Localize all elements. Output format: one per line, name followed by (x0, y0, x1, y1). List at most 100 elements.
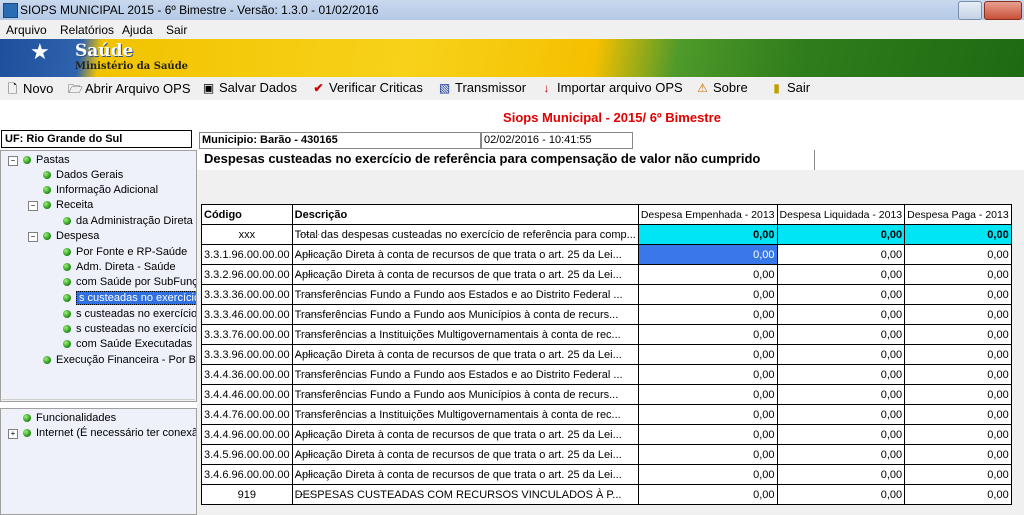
tree-item-despesa-custeadas-2[interactable]: s custeadas no exercício (63, 307, 196, 321)
tree-item-despesa-executadas[interactable]: com Saúde Executadas (63, 337, 192, 351)
table-row[interactable]: 919 DESPESAS CUSTEADAS COM RECURSOS VINCU… (201, 484, 1012, 505)
tree-item-dados-gerais[interactable]: Dados Gerais (43, 168, 123, 182)
tree-item-despesa-adm[interactable]: Adm. Direta - Saúde (63, 260, 176, 274)
menu-sair[interactable]: Sair (166, 23, 187, 37)
tree-item-receita-adm-direta[interactable]: da Administração Direta (63, 214, 193, 228)
empenhada-cell[interactable]: 0,00 (637, 484, 778, 505)
menu-ajuda[interactable]: Ajuda (122, 23, 153, 37)
menu-arquivo[interactable]: Arquivo (6, 23, 47, 37)
paga-cell[interactable]: 0,00 (904, 284, 1012, 305)
open-ops-button[interactable]: 🗁 Abrir Arquivo OPS (68, 80, 191, 97)
liquidada-cell[interactable]: 0,00 (776, 444, 906, 465)
paga-cell[interactable]: 0,00 (904, 404, 1012, 425)
empenhada-cell[interactable]: 0,00 (637, 344, 778, 365)
paga-cell[interactable]: 0,00 (904, 444, 1012, 465)
table-row[interactable]: 3.3.3.76.00.00.00 Transferências a Instit… (201, 324, 1012, 345)
save-button[interactable]: ▣ Salvar Dados (202, 80, 297, 97)
liquidada-cell[interactable]: 0,00 (776, 404, 906, 425)
new-button[interactable]: 🗋 Novo (6, 80, 54, 97)
paga-cell[interactable]: 0,00 (904, 304, 1012, 325)
liquidada-cell[interactable]: 0,00 (776, 304, 906, 325)
liquidada-cell[interactable]: 0,00 (776, 264, 906, 285)
liquidada-cell[interactable]: 0,00 (776, 284, 906, 305)
tree-item-funcionalidades[interactable]: Funcionalidades (23, 411, 116, 425)
paga-cell[interactable]: 0,00 (904, 244, 1012, 265)
about-button[interactable]: ⚠ Sobre (696, 80, 748, 97)
tree-item-despesa[interactable]: Despesa (43, 229, 99, 243)
transmitter-button[interactable]: ▧ Transmissor (438, 80, 526, 97)
liquidada-cell[interactable]: 0,00 (776, 224, 906, 245)
paga-cell[interactable]: 0,00 (904, 364, 1012, 385)
tree-item-execucao-financeira[interactable]: Execução Financeira - Por Bl (43, 353, 196, 367)
tree-line (296, 494, 319, 495)
tree-item-despesa-custeadas-3[interactable]: s custeadas no exercício (63, 322, 196, 336)
tree-item-pastas[interactable]: Pastas (23, 153, 70, 167)
expand-internet-icon[interactable]: + (8, 429, 18, 439)
tree-item-despesa-subfuncao[interactable]: com Saúde por SubFunç (63, 275, 196, 289)
empenhada-cell[interactable]: 0,00 (637, 404, 778, 425)
table-row[interactable]: 3.4.4.46.00.00.00 Transferências Fundo a … (201, 384, 1012, 405)
column-header-empenhada: Despesa Empenhada - 2013 (637, 204, 778, 225)
table-row[interactable]: 3.3.1.96.00.00.00 Aplicação Direta à cont… (201, 244, 1012, 265)
tree-item-despesa-fonte[interactable]: Por Fonte e RP-Saúde (63, 245, 187, 259)
tree-item-despesa-custeadas-1-selected[interactable]: s custeadas no exercício (63, 291, 196, 305)
verify-button[interactable]: ✔ Verificar Criticas (312, 80, 422, 97)
despesas-grid[interactable]: Código Descrição Despesa Empenhada - 201… (201, 204, 1012, 505)
paga-cell[interactable]: 0,00 (904, 264, 1012, 285)
paga-cell[interactable]: 0,00 (904, 344, 1012, 365)
collapse-pastas-icon[interactable]: − (8, 156, 18, 166)
liquidada-cell[interactable]: 0,00 (776, 344, 906, 365)
liquidada-cell[interactable]: 0,00 (776, 384, 906, 405)
liquidada-cell[interactable]: 0,00 (776, 484, 906, 505)
empenhada-cell[interactable]: 0,00 (637, 364, 778, 385)
tree-label: Pastas (36, 154, 70, 166)
collapse-receita-icon[interactable]: − (28, 201, 38, 211)
total-row[interactable]: xxx Total das despesas custeadas no exerc… (201, 224, 1012, 245)
table-row[interactable]: 3.3.3.36.00.00.00 Transferências Fundo a … (201, 284, 1012, 305)
tree-item-internet[interactable]: Internet (É necessário ter conexã (23, 426, 196, 440)
empenhada-cell[interactable]: 0,00 (637, 464, 778, 485)
exit-button[interactable]: ▮ Sair (770, 80, 810, 97)
paga-cell[interactable]: 0,00 (904, 464, 1012, 485)
import-ops-button[interactable]: ↓ Importar arquivo OPS (540, 80, 683, 97)
paga-cell[interactable]: 0,00 (904, 484, 1012, 505)
table-row[interactable]: 3.4.4.76.00.00.00 Transferências a Instit… (201, 404, 1012, 425)
tree-item-receita[interactable]: Receita (43, 198, 93, 212)
menu-relatorios[interactable]: Relatórios (60, 23, 114, 37)
empenhada-cell[interactable]: 0,00 (637, 284, 778, 305)
empenhada-cell[interactable]: 0,00 (637, 384, 778, 405)
liquidada-cell[interactable]: 0,00 (776, 464, 906, 485)
close-button[interactable] (984, 1, 1022, 20)
liquidada-cell[interactable]: 0,00 (776, 424, 906, 445)
paga-cell[interactable]: 0,00 (904, 224, 1012, 245)
table-row[interactable]: 3.3.3.46.00.00.00 Transferências Fundo a … (201, 304, 1012, 325)
table-row[interactable]: 3.4.5.96.00.00.00 Aplicação Direta à cont… (201, 444, 1012, 465)
empenhada-cell[interactable]: 0,00 (637, 264, 778, 285)
paga-cell[interactable]: 0,00 (904, 424, 1012, 445)
table-row[interactable]: 3.4.6.96.00.00.00 Aplicação Direta à cont… (201, 464, 1012, 485)
code-cell: 3.4.6.96.00.00.00 (201, 464, 293, 485)
secondary-tree[interactable]: Funcionalidades + Internet (É necessário… (0, 408, 197, 515)
tree-label: com Saúde Executadas (76, 338, 193, 350)
paga-cell[interactable]: 0,00 (904, 384, 1012, 405)
liquidada-cell[interactable]: 0,00 (776, 324, 906, 345)
liquidada-cell[interactable]: 0,00 (776, 364, 906, 385)
table-row[interactable]: 3.3.2.96.00.00.00 Aplicação Direta à cont… (201, 264, 1012, 285)
empenhada-cell[interactable]: 0,00 (637, 444, 778, 465)
liquidada-cell[interactable]: 0,00 (776, 244, 906, 265)
empenhada-cell[interactable]: 0,00 (637, 244, 778, 265)
empenhada-cell[interactable]: 0,00 (637, 424, 778, 445)
tree-horizontal-scrollbar[interactable]: ◀ ||| ▶ (2, 399, 195, 401)
minimize-button[interactable] (958, 1, 982, 20)
tree-item-informacao-adicional[interactable]: Informação Adicional (43, 183, 158, 197)
navigation-tree[interactable]: − Pastas Dados Gerais Informação Adicion… (0, 150, 197, 402)
empenhada-cell[interactable]: 0,00 (637, 324, 778, 345)
table-row[interactable]: 3.4.4.96.00.00.00 Aplicação Direta à cont… (201, 424, 1012, 445)
empenhada-cell[interactable]: 0,00 (637, 224, 778, 245)
paga-cell[interactable]: 0,00 (904, 324, 1012, 345)
collapse-despesa-icon[interactable]: − (28, 232, 38, 242)
table-row[interactable]: 3.3.3.96.00.00.00 Aplicação Direta à cont… (201, 344, 1012, 365)
code-cell: 3.3.3.46.00.00.00 (201, 304, 293, 325)
table-row[interactable]: 3.4.4.36.00.00.00 Transferências Fundo a … (201, 364, 1012, 385)
empenhada-cell[interactable]: 0,00 (637, 304, 778, 325)
